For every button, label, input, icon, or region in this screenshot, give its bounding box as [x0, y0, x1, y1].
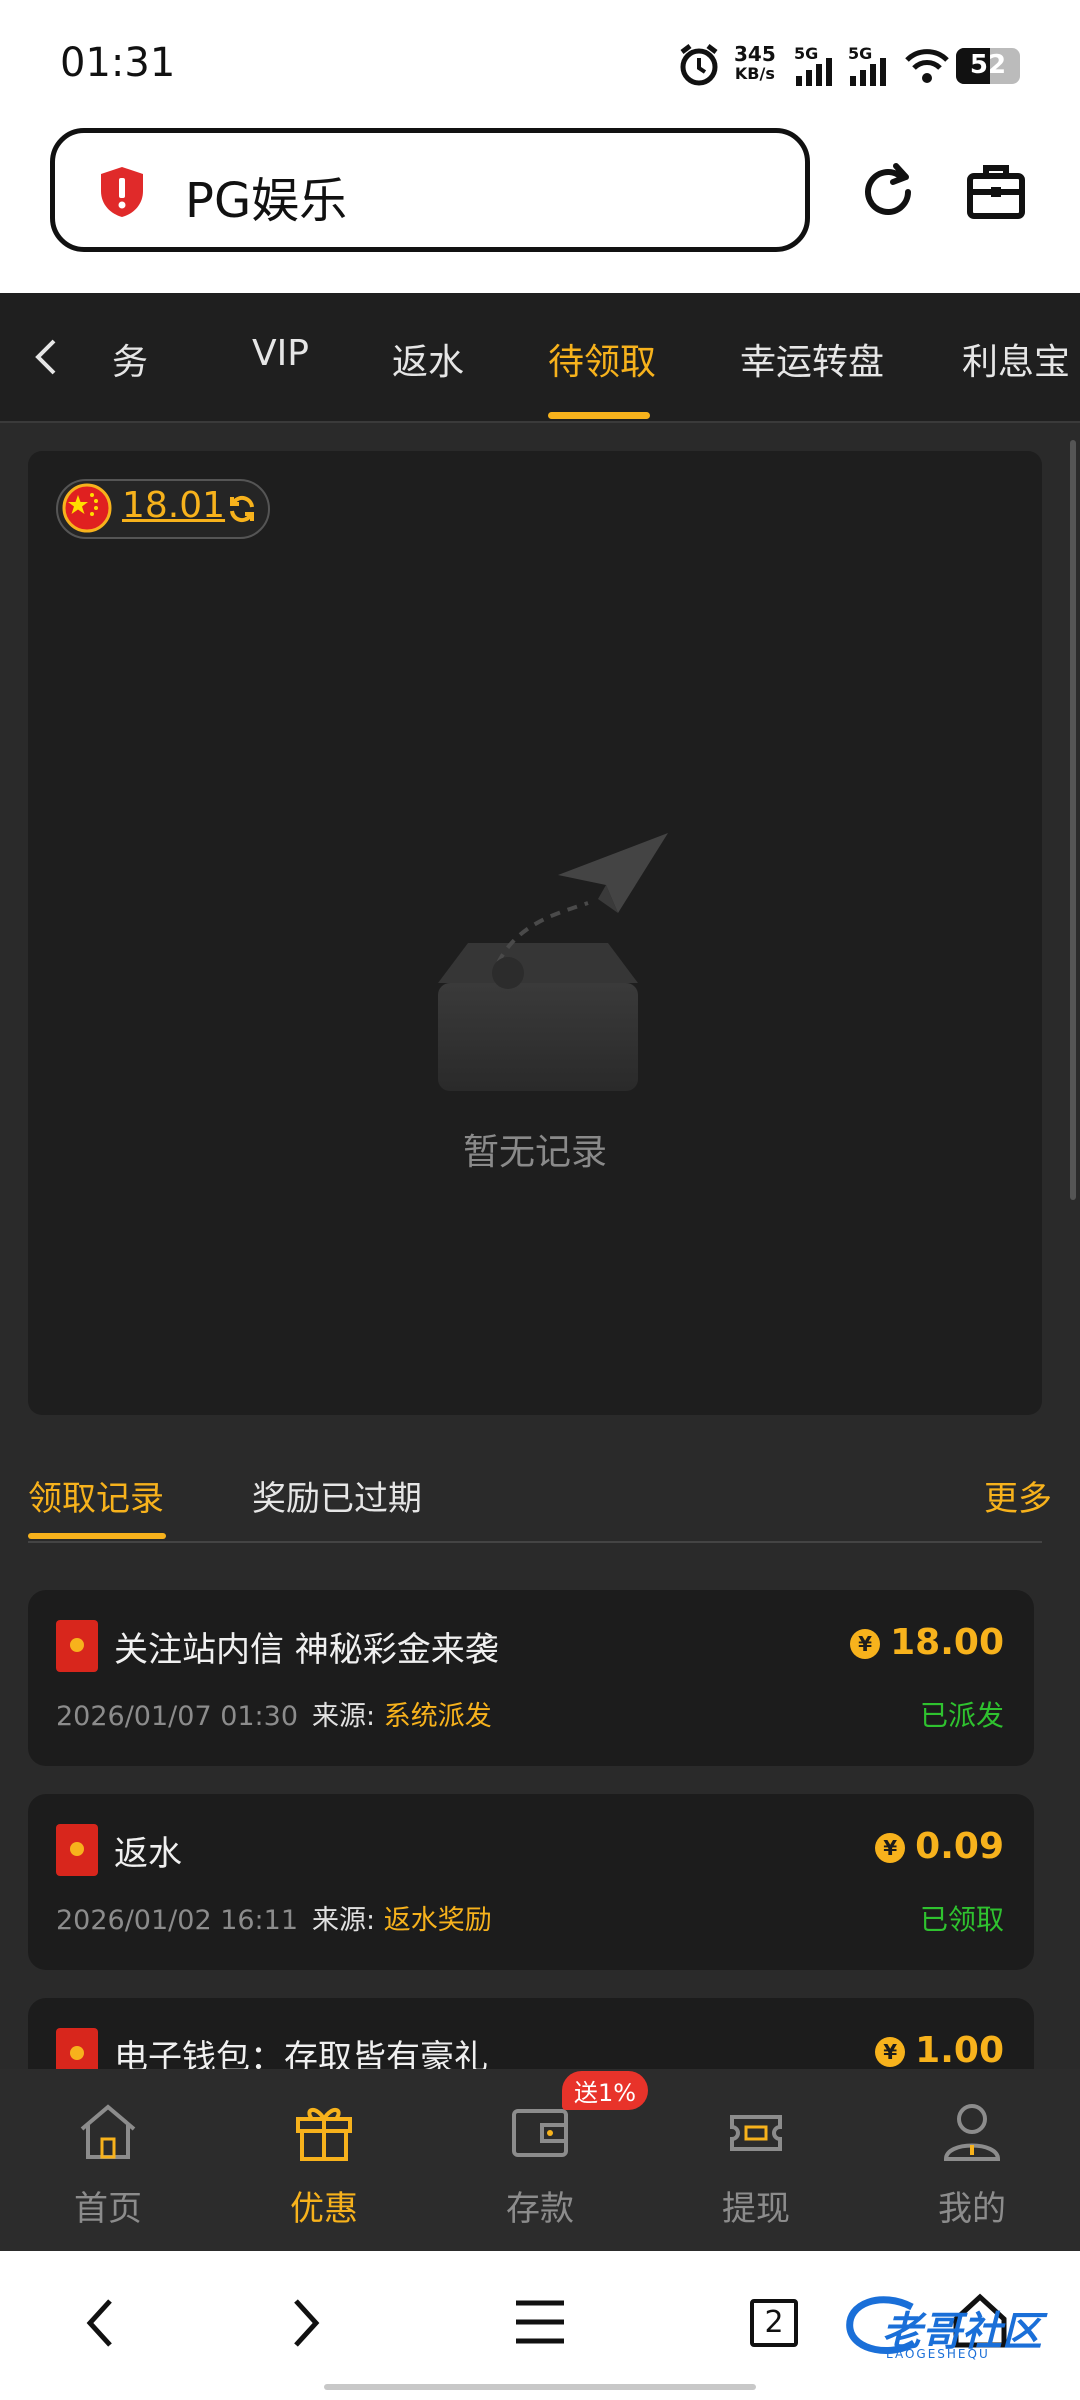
tab-count-button[interactable]: 2 [750, 2299, 798, 2347]
url-bar[interactable]: PG娱乐 [50, 128, 810, 252]
forward-icon[interactable] [286, 2295, 326, 2351]
subtab-expired[interactable]: 奖励已过期 [252, 1471, 422, 1520]
nav-profile[interactable]: 我的 [864, 2069, 1080, 2251]
yuan-coin-icon: ¥ [850, 1629, 881, 1659]
url-text: PG娱乐 [185, 173, 348, 229]
subtab-indicator [28, 1533, 166, 1539]
record-status: 已派发 [919, 1699, 1004, 1732]
gift-icon [296, 2108, 352, 2161]
record-amount: ¥0.09 [875, 1826, 1004, 1867]
record-title: 关注站内信 神秘彩金来袭 [114, 1630, 499, 1670]
record-title: 返水 [114, 1834, 182, 1874]
nav-deposit[interactable]: 送1% 存款 [432, 2069, 649, 2251]
balance-amount: 18.01 [122, 485, 226, 526]
subtab-claim-history[interactable]: 领取记录 [28, 1471, 164, 1520]
deposit-bonus-badge: 送1% [562, 2071, 649, 2110]
shield-alert-icon[interactable] [97, 165, 147, 219]
nav-home-label: 首页 [74, 2189, 142, 2229]
record-amount: ¥18.00 [850, 1622, 1004, 1663]
record-status: 已领取 [919, 1903, 1004, 1936]
net-speed: 345 KB/s [734, 42, 776, 83]
gesture-bar[interactable] [324, 2384, 756, 2390]
home-icon [80, 2104, 136, 2159]
app-content: 务 VIP 返水 待领取 幸运转盘 利息宝 18.01 暂无记录 领取记录 奖励… [0, 293, 1080, 2251]
battery-icon: 52 [956, 48, 1020, 84]
cash-icon [730, 2115, 782, 2151]
tab-rebate[interactable]: 返水 [392, 333, 464, 385]
empty-state-text: 暂无记录 [462, 1132, 607, 1173]
red-packet-icon [56, 1824, 98, 1876]
empty-box-icon [438, 833, 668, 1091]
signal-icon [796, 58, 832, 86]
more-link[interactable]: 更多 [984, 1471, 1052, 1520]
nav-promotions-label: 优惠 [290, 2189, 358, 2229]
pending-panel: 18.01 暂无记录 [28, 451, 1042, 1415]
nav-withdraw-label: 提现 [722, 2189, 790, 2229]
record-meta: 2026/01/07 01:30 来源: 系统派发 [56, 1701, 492, 1732]
scrollbar[interactable] [1070, 440, 1076, 1200]
bottom-nav: 首页 优惠 送1% 存款 提现 我的 [0, 2069, 1080, 2251]
list-item[interactable]: 关注站内信 神秘彩金来袭 ¥18.00 2026/01/07 01:30 来源: … [28, 1590, 1034, 1766]
status-time: 01:31 [60, 40, 176, 86]
user-icon [943, 2104, 1001, 2161]
yuan-coin-icon: ¥ [875, 2037, 906, 2067]
tab-lucky-wheel[interactable]: 幸运转盘 [740, 333, 884, 385]
refresh-icon[interactable] [226, 493, 258, 525]
tab-interest[interactable]: 利息宝 [962, 333, 1070, 385]
record-subtabs: 领取记录 奖励已过期 更多 [0, 1453, 1080, 1553]
watermark-logo: 老哥社区 LAOGESHEQU [842, 2293, 1068, 2361]
nav-profile-label: 我的 [938, 2189, 1006, 2229]
active-tab-indicator [548, 412, 650, 419]
promo-tabs: 务 VIP 返水 待领取 幸运转盘 利息宝 [0, 293, 1080, 423]
signal-icon [850, 58, 886, 86]
menu-icon[interactable] [512, 2297, 568, 2347]
yuan-coin-icon: ¥ [875, 1833, 906, 1863]
balance-pill[interactable]: 18.01 [56, 479, 270, 539]
nav-promotions[interactable]: 优惠 [216, 2069, 432, 2251]
subtab-divider [28, 1541, 1042, 1543]
red-packet-icon [56, 1620, 98, 1672]
browser-nav: 2 老哥社区 LAOGESHEQU [0, 2251, 1080, 2400]
nav-home[interactable]: 首页 [0, 2069, 216, 2251]
record-meta: 2026/01/02 16:11 来源: 返水奖励 [56, 1905, 492, 1936]
toolbox-icon[interactable] [964, 160, 1028, 224]
reload-icon[interactable] [856, 160, 920, 224]
tab-tasks[interactable]: 务 [112, 333, 148, 385]
wifi-icon [905, 49, 949, 83]
china-flag-icon [62, 483, 112, 533]
nav-deposit-label: 存款 [506, 2189, 574, 2229]
tab-vip[interactable]: VIP [252, 333, 309, 374]
back-icon[interactable] [80, 2295, 120, 2351]
record-amount: ¥1.00 [875, 2030, 1004, 2071]
alarm-icon [680, 44, 718, 86]
nav-withdraw[interactable]: 提现 [648, 2069, 864, 2251]
chevron-left-icon[interactable] [30, 337, 62, 377]
list-item[interactable]: 返水 ¥0.09 2026/01/02 16:11 来源: 返水奖励 已领取 [28, 1794, 1034, 1970]
status-bar: 01:31 345 KB/s 5G 5G 52 [0, 0, 1080, 126]
tab-pending[interactable]: 待领取 [548, 333, 656, 385]
